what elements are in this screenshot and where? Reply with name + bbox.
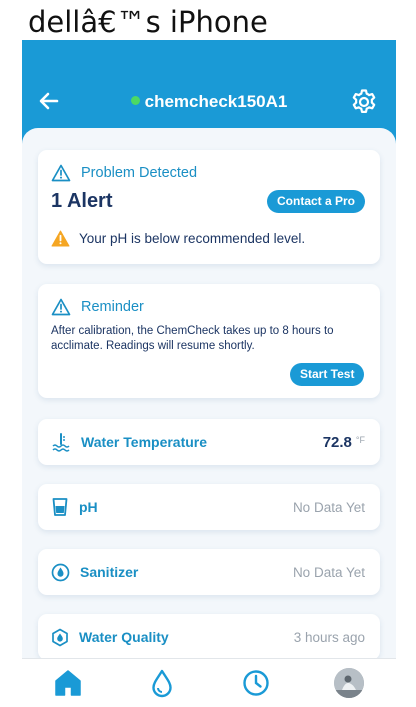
device-title: chemcheck150A1 — [22, 90, 396, 114]
alert-count: 1 Alert — [51, 190, 113, 212]
water-quality-shield-icon — [52, 628, 68, 646]
clock-icon[interactable] — [241, 668, 271, 698]
water-temperature-reading: 72.8 °F — [323, 419, 365, 465]
water-quality-label: Water Quality — [79, 629, 169, 645]
dashboard-content: Problem Detected 1 Alert Contact a Pro Y… — [22, 128, 396, 658]
ph-card[interactable]: pH No Data Yet — [38, 484, 380, 530]
test-cup-icon — [52, 498, 68, 516]
app-screen: chemcheck150A1 Problem Detected 1 Alert … — [22, 40, 396, 707]
ph-label-row: pH — [51, 484, 98, 530]
sanitizer-card[interactable]: Sanitizer No Data Yet — [38, 549, 380, 595]
device-name: chemcheck150A1 — [144, 92, 288, 111]
start-test-button[interactable]: Start Test — [290, 363, 365, 386]
sanitizer-label-row: Sanitizer — [51, 549, 138, 595]
reminder-card-title: Reminder — [81, 299, 144, 315]
window-title: dellâ€™s iPhone — [28, 5, 268, 39]
water-quality-card[interactable]: Water Quality 3 hours ago — [38, 614, 380, 658]
avatar-image — [334, 668, 364, 698]
alert-message: Your pH is below recommended level. — [79, 231, 306, 246]
water-temperature-card[interactable]: Water Temperature 72.8 °F — [38, 419, 380, 465]
warning-filled-icon — [51, 230, 70, 247]
warning-outline-icon — [51, 298, 71, 316]
water-temperature-value: 72.8 — [322, 433, 352, 451]
home-icon[interactable] — [53, 668, 83, 698]
alert-card-heading: Problem Detected — [51, 163, 197, 183]
contact-a-pro-button[interactable]: Contact a Pro — [267, 190, 366, 213]
online-status-dot — [130, 96, 140, 105]
water-quality-value: 3 hours ago — [293, 629, 365, 645]
water-temperature-label: Water Temperature — [81, 434, 208, 450]
reminder-card-heading: Reminder — [51, 297, 144, 317]
alert-message-row: Your pH is below recommended level. — [51, 230, 305, 247]
ph-value: No Data Yet — [292, 499, 365, 515]
thermometer-water-icon — [52, 433, 70, 452]
sanitizer-drop-icon — [51, 563, 70, 581]
reminder-message: After calibration, the ChemCheck takes u… — [51, 325, 334, 352]
reminder-card: Reminder After calibration, the ChemChec… — [38, 284, 380, 398]
profile-avatar[interactable] — [334, 668, 364, 698]
water-temperature-label-row: Water Temperature — [51, 419, 207, 465]
water-temperature-unit: °F — [355, 435, 365, 445]
water-drop-icon[interactable] — [147, 668, 177, 698]
sanitizer-label: Sanitizer — [80, 564, 139, 580]
alert-card-title: Problem Detected — [81, 165, 198, 181]
app-header: chemcheck150A1 — [22, 40, 396, 128]
water-quality-label-row: Water Quality — [51, 614, 169, 658]
bottom-tab-bar — [22, 658, 396, 707]
alert-card: Problem Detected 1 Alert Contact a Pro Y… — [38, 150, 380, 264]
ph-label: pH — [79, 499, 98, 515]
warning-outline-icon — [51, 164, 71, 182]
gear-icon[interactable] — [350, 88, 378, 116]
sanitizer-value: No Data Yet — [292, 564, 365, 580]
